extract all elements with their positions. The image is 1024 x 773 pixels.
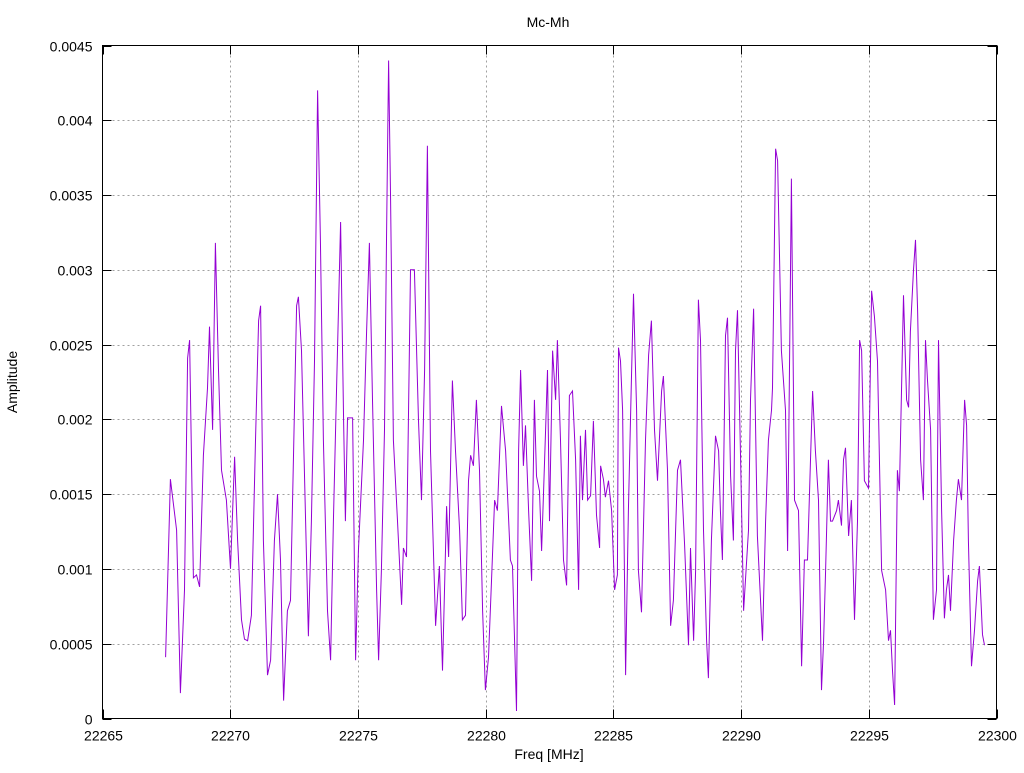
y-tick-label: 0.003: [57, 263, 92, 279]
x-tick-label: 22295: [850, 728, 889, 744]
y-tick-label: 0.002: [57, 412, 92, 428]
y-axis-label: Amplitude: [4, 351, 20, 413]
x-tick-label: 22275: [339, 728, 378, 744]
line-chart: 22265 22270 22275 22280 22285 22290 22295 22300…: [4, 14, 1017, 762]
x-tick-labels: 22265 22270 22275 22280 22285 22290 22295 22300: [84, 728, 1017, 744]
x-tick-label: 22285: [594, 728, 633, 744]
y-tick-labels: 0 0.0005 0.001 0.0015 0.002 0.0025 0.003 0.0035…: [50, 39, 93, 728]
y-tick-label: 0.0015: [50, 487, 93, 503]
series-layer: [165, 60, 985, 712]
y-tick-label: 0: [85, 712, 93, 728]
x-tick-label: 22270: [211, 728, 250, 744]
x-tick-label: 22290: [722, 728, 761, 744]
y-tick-label: 0.0035: [50, 188, 93, 204]
y-tick-label: 0.0025: [50, 338, 93, 354]
x-tick-label: 22300: [978, 728, 1017, 744]
y-tick-label: 0.0045: [50, 39, 93, 55]
x-tick-label: 22280: [467, 728, 506, 744]
x-axis-label: Freq [MHz]: [514, 746, 583, 762]
y-tick-label: 0.001: [57, 562, 92, 578]
y-tick-label: 0.0005: [50, 637, 93, 653]
y-tick-label: 0.004: [57, 113, 92, 129]
ticks: [102, 45, 998, 720]
series-line: [165, 60, 985, 712]
x-tick-label: 22265: [84, 728, 123, 744]
chart-title: Mc-Mh: [527, 14, 570, 30]
